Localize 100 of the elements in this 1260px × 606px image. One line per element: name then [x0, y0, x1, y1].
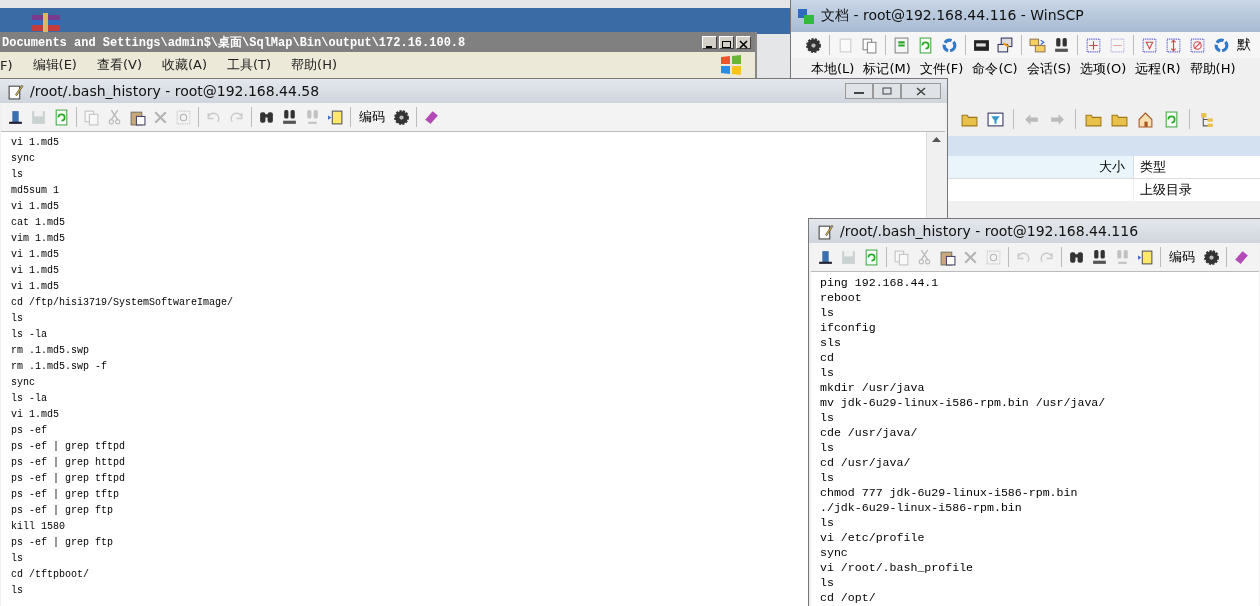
forbidden-icon[interactable] [1189, 36, 1206, 54]
refresh-icon[interactable] [863, 248, 880, 266]
filter-icon[interactable] [987, 110, 1004, 128]
code-line: vi 1.md5 [11, 248, 59, 262]
column-header[interactable]: 大小 [951, 156, 1134, 178]
code-line: cd [820, 350, 834, 365]
code-line: ls [820, 470, 834, 485]
transfer-icon[interactable] [893, 36, 910, 54]
settings-icon[interactable] [1203, 248, 1220, 266]
exit-icon[interactable] [817, 248, 834, 266]
menu-item[interactable]: F) [0, 57, 13, 73]
code-line: cd /usr/java/ [820, 455, 911, 470]
encoding-button[interactable]: 编码 [1167, 248, 1197, 266]
code-line: ./jdk-6u29-linux-i586-rpm.bin [820, 500, 1022, 515]
code-line: ps -ef | grep ftp [11, 536, 114, 550]
code-line: rm .1.md5.swp [11, 344, 89, 358]
exit-icon[interactable] [7, 108, 24, 126]
menu-item[interactable]: 查看(V) [96, 56, 142, 74]
menu-item[interactable]: 编辑(E) [32, 56, 77, 74]
code-line: vim 1.md5 [11, 232, 65, 246]
close-button[interactable] [901, 83, 941, 99]
code-line: ps -ef | grep tftpd [11, 440, 126, 454]
refresh-icon[interactable] [1163, 110, 1180, 128]
code-line: ps -ef | grep ftp [11, 504, 114, 518]
window-title: /root/.bash_history - root@192.168.44.116 [840, 223, 1139, 239]
table-cell-text: 上级目录 [1139, 181, 1192, 199]
minimize-button[interactable] [845, 83, 873, 99]
code-line: ls [11, 312, 23, 326]
code-line: ls [820, 440, 834, 455]
code-line: mkdir /usr/java [820, 380, 925, 395]
code-line: ls [820, 305, 834, 320]
scroll-up-icon[interactable] [931, 136, 941, 142]
plus-icon[interactable] [1085, 36, 1102, 54]
code-line: sync [820, 545, 848, 560]
window-title: 文档 - root@192.168.44.116 - WinSCP [821, 7, 1084, 25]
books-icon[interactable] [30, 13, 62, 33]
encoding-button[interactable]: 编码 [357, 108, 387, 126]
code-line: ls [11, 584, 23, 598]
code-line: vi /root/.bash_profile [820, 560, 974, 575]
book-icon[interactable] [423, 108, 440, 126]
close-icon[interactable] [738, 39, 749, 49]
home-icon[interactable] [1137, 110, 1154, 128]
windows-logo-icon [719, 54, 743, 76]
code-line: cat 1.md5 [11, 216, 65, 230]
code-line: reboot [820, 290, 862, 305]
book-icon[interactable] [1233, 248, 1250, 266]
menu-item[interactable]: 命令(C) [972, 60, 1018, 78]
column-header[interactable]: 类型 [1134, 158, 1166, 176]
tree-icon[interactable] [1199, 110, 1216, 128]
code-line: ping 192.168.44.1 [820, 275, 939, 290]
code-line: ifconfig [820, 320, 876, 335]
code-line: ls [11, 168, 23, 182]
menu-item[interactable]: 帮助(H) [291, 56, 338, 74]
code-line: rm .1.md5.swp -f [11, 360, 107, 374]
terminal-icon[interactable] [997, 36, 1014, 54]
refresh-icon[interactable] [53, 108, 70, 126]
refresh-icon[interactable] [917, 36, 934, 54]
code-line: sync [11, 376, 35, 390]
code-line: ps -ef [11, 424, 47, 438]
window-title: Documents and Settings\admin$\桌面\SqlMap\Bin\output\172.16.100.8 [2, 34, 466, 51]
maximize-icon[interactable] [721, 39, 732, 49]
settings-icon[interactable] [393, 108, 410, 126]
code-line: vi 1.md5 [11, 136, 59, 150]
code-line: vi 1.md5 [11, 264, 59, 278]
code-line: ls [820, 515, 834, 530]
code-line: vi 1.md5 [11, 280, 59, 294]
code-line: cd /tftpboot/ [11, 568, 89, 582]
swap-icon[interactable] [1165, 36, 1182, 54]
code-line: ps -ef | grep tftp [11, 488, 120, 502]
menu-item[interactable]: 选项(O) [1080, 60, 1127, 78]
go-to-line-icon[interactable] [327, 108, 344, 126]
filter-icon[interactable] [1141, 36, 1158, 54]
document-edit-icon[interactable] [817, 222, 834, 240]
go-to-line-icon[interactable] [1137, 248, 1154, 266]
code-line: kill 1580 [11, 520, 65, 534]
code-line: ls [820, 410, 834, 425]
code-line: ls -la [11, 328, 47, 342]
code-line: sls [820, 335, 841, 350]
copy-icon[interactable] [861, 36, 878, 54]
code-line: cd /opt/ [820, 590, 876, 605]
menu-item[interactable]: 本地(L) [811, 60, 855, 78]
menu-item[interactable]: 工具(T) [227, 56, 272, 74]
folder-icon[interactable] [1029, 36, 1046, 54]
menu-item[interactable]: 帮助(H) [1189, 60, 1236, 78]
code-line: ls [11, 552, 23, 566]
sync-icon[interactable] [941, 36, 958, 54]
menu-item[interactable]: 远程(R) [1135, 60, 1181, 78]
sync-icon[interactable] [1213, 36, 1230, 54]
toolbar-label[interactable]: 默 [1237, 36, 1251, 54]
menu-item[interactable]: 文件(F) [919, 60, 964, 78]
menu-item[interactable]: 会话(S) [1026, 60, 1072, 78]
code-line: ls [820, 365, 834, 380]
document-edit-icon[interactable] [7, 82, 24, 100]
close-icon[interactable] [916, 86, 926, 96]
settings-icon[interactable] [805, 36, 822, 54]
code-line: mv jdk-6u29-linux-i586-rpm.bin /usr/java/ [820, 395, 1106, 410]
menu-item[interactable]: 收藏(A) [161, 56, 207, 74]
code-line: cde /usr/java/ [820, 425, 918, 440]
code-line: ls [820, 575, 834, 590]
menu-item[interactable]: 标记(M) [863, 60, 911, 78]
